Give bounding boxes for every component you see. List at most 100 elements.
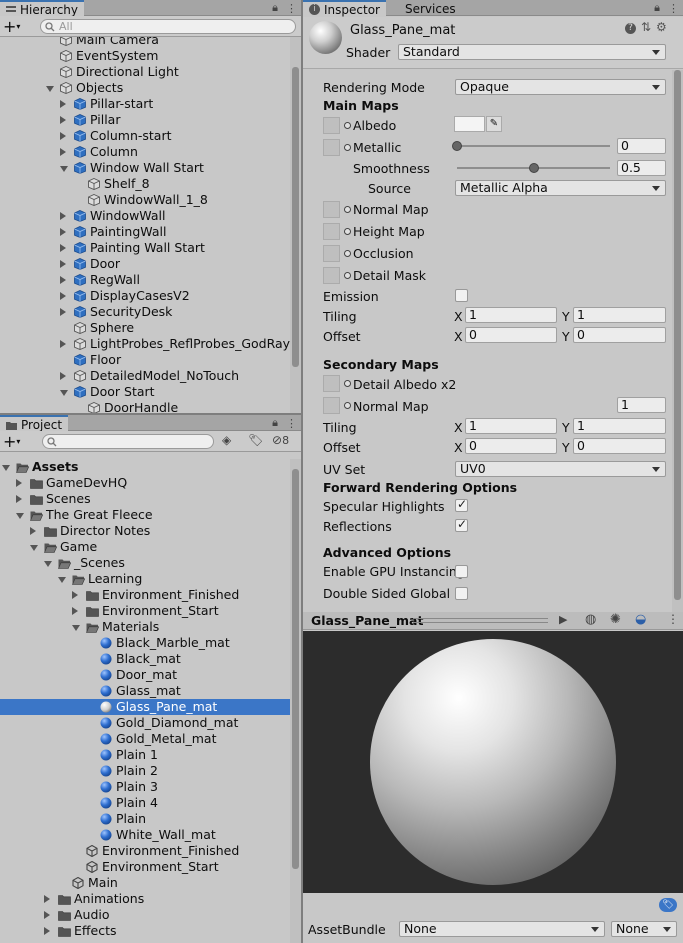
hierarchy-item-row[interactable]: LightProbes_ReflProbes_GodRays [0, 336, 290, 352]
source-dropdown[interactable]: Metallic Alpha [455, 180, 666, 196]
project-item-row[interactable]: Plain 3 [0, 779, 290, 795]
expand-arrow-right-icon[interactable] [30, 527, 36, 535]
expand-arrow-down-icon[interactable] [16, 513, 24, 519]
project-kebab-menu-icon[interactable]: ⋮ [286, 417, 297, 430]
occlusion-slot[interactable] [323, 245, 340, 262]
project-item-row[interactable]: GameDevHQ [0, 475, 290, 491]
expand-arrow-right-icon[interactable] [44, 895, 50, 903]
tab-hierarchy[interactable]: Hierarchy [0, 0, 85, 17]
hierarchy-item-row[interactable]: PaintingWall [0, 224, 290, 240]
project-item-row[interactable]: Environment_Finished [0, 587, 290, 603]
hierarchy-item-row[interactable]: Pillar-start [0, 96, 290, 112]
project-item-row[interactable]: Glass_Pane_mat [0, 699, 290, 715]
expand-arrow-down-icon[interactable] [72, 625, 80, 631]
secondary-tiling-y-field[interactable]: 1 [573, 418, 666, 434]
hierarchy-item-row[interactable]: Floor [0, 352, 290, 368]
offset-x-field[interactable]: 0 [465, 327, 557, 343]
preview-kebab-menu-icon[interactable]: ⋮ [667, 612, 679, 626]
eyedropper-icon[interactable]: ✎ [486, 116, 502, 132]
inspector-scrollbar[interactable] [672, 70, 683, 612]
project-item-row[interactable]: Black_Marble_mat [0, 635, 290, 651]
detail-albedo-slot[interactable] [323, 375, 340, 392]
hierarchy-item-row[interactable]: Column [0, 144, 290, 160]
emission-checkbox[interactable] [455, 289, 468, 302]
metallic-texture-slot[interactable] [323, 139, 340, 156]
secondary-tiling-x-field[interactable]: 1 [465, 418, 557, 434]
secondary-offset-y-field[interactable]: 0 [573, 438, 666, 454]
expand-arrow-right-icon[interactable] [60, 308, 66, 316]
hierarchy-scroll-thumb[interactable] [292, 67, 299, 367]
hierarchy-item-row[interactable]: Directional Light [0, 64, 290, 80]
expand-arrow-right-icon[interactable] [60, 340, 66, 348]
help-icon[interactable]: ? [625, 23, 636, 34]
tab-project[interactable]: Project [0, 415, 69, 432]
offset-y-field[interactable]: 0 [573, 327, 666, 343]
hierarchy-item-row[interactable]: Window Wall Start [0, 160, 290, 176]
double-sided-gi-checkbox[interactable] [455, 587, 468, 600]
tiling-x-field[interactable]: 1 [465, 307, 557, 323]
project-item-row[interactable]: Assets [0, 459, 290, 475]
expand-arrow-right-icon[interactable] [72, 591, 78, 599]
expand-arrow-right-icon[interactable] [60, 244, 66, 252]
expand-arrow-down-icon[interactable] [58, 577, 66, 583]
metallic-slider-track[interactable] [457, 145, 610, 147]
expand-arrow-right-icon[interactable] [60, 276, 66, 284]
expand-arrow-down-icon[interactable] [60, 166, 68, 172]
project-item-row[interactable]: Learning [0, 571, 290, 587]
project-item-row[interactable]: Game [0, 539, 290, 555]
hierarchy-item-row[interactable]: Pillar [0, 112, 290, 128]
project-item-row[interactable]: Audio [0, 907, 290, 923]
preview-drag-handle[interactable] [413, 618, 548, 623]
project-item-row[interactable]: Materials [0, 619, 290, 635]
project-lock-icon[interactable]: 🔒︎ [272, 416, 278, 430]
project-item-row[interactable]: _Scenes [0, 555, 290, 571]
project-item-row[interactable]: Director Notes [0, 523, 290, 539]
gpu-instancing-checkbox[interactable] [455, 565, 468, 578]
project-scrollbar[interactable] [290, 459, 301, 943]
expand-arrow-down-icon[interactable] [2, 465, 10, 471]
inspector-scroll-thumb[interactable] [674, 70, 681, 600]
expand-arrow-down-icon[interactable] [46, 86, 54, 92]
shader-dropdown[interactable]: Standard [398, 44, 666, 60]
expand-arrow-right-icon[interactable] [60, 132, 66, 140]
project-create-plus-button[interactable]: +▾ [3, 432, 20, 451]
expand-arrow-right-icon[interactable] [60, 228, 66, 236]
expand-arrow-right-icon[interactable] [44, 911, 50, 919]
project-item-row[interactable]: Scenes [0, 491, 290, 507]
project-item-row[interactable]: Environment_Start [0, 603, 290, 619]
project-item-row[interactable]: Environment_Start [0, 859, 290, 875]
project-item-row[interactable]: The Great Fleece [0, 507, 290, 523]
secondary-offset-x-field[interactable]: 0 [465, 438, 557, 454]
expand-arrow-right-icon[interactable] [60, 212, 66, 220]
expand-arrow-right-icon[interactable] [60, 100, 66, 108]
normal-map-slot[interactable] [323, 201, 340, 218]
project-item-row[interactable]: Plain 4 [0, 795, 290, 811]
tab-inspector[interactable]: i Inspector [303, 0, 386, 17]
project-item-row[interactable]: Black_mat [0, 651, 290, 667]
height-map-slot[interactable] [323, 223, 340, 240]
project-item-row[interactable]: Environment_Finished [0, 843, 290, 859]
reflections-checkbox[interactable] [455, 517, 468, 532]
search-by-label-icon[interactable]: 🏷︎ [248, 433, 263, 447]
metallic-value-field[interactable]: 0 [617, 138, 666, 154]
hierarchy-item-row[interactable]: Painting Wall Start [0, 240, 290, 256]
create-plus-button[interactable]: +▾ [3, 17, 20, 36]
project-item-row[interactable]: Glass_mat [0, 683, 290, 699]
hierarchy-item-row[interactable]: Objects [0, 80, 290, 96]
hierarchy-item-row[interactable]: DisplayCasesV2 [0, 288, 290, 304]
expand-arrow-right-icon[interactable] [60, 372, 66, 380]
height-map-picker-icon[interactable] [344, 228, 351, 235]
sphere-mesh-icon[interactable]: ◍ [585, 612, 596, 627]
kebab-menu-icon[interactable]: ⋮ [286, 2, 297, 15]
tiling-y-field[interactable]: 1 [573, 307, 666, 323]
search-by-type-icon[interactable]: ◈ [222, 433, 231, 447]
expand-arrow-down-icon[interactable] [44, 561, 52, 567]
hierarchy-item-row[interactable]: WindowWall_1_8 [0, 192, 290, 208]
expand-arrow-right-icon[interactable] [60, 148, 66, 156]
metallic-slider-knob[interactable] [452, 141, 462, 151]
expand-arrow-right-icon[interactable] [72, 607, 78, 615]
albedo-texture-slot[interactable] [323, 117, 340, 134]
expand-arrow-right-icon[interactable] [60, 292, 66, 300]
settings-gear-icon[interactable]: ⚙ [656, 20, 667, 34]
asset-label-tag-icon[interactable]: 🏷︎ [659, 898, 677, 912]
